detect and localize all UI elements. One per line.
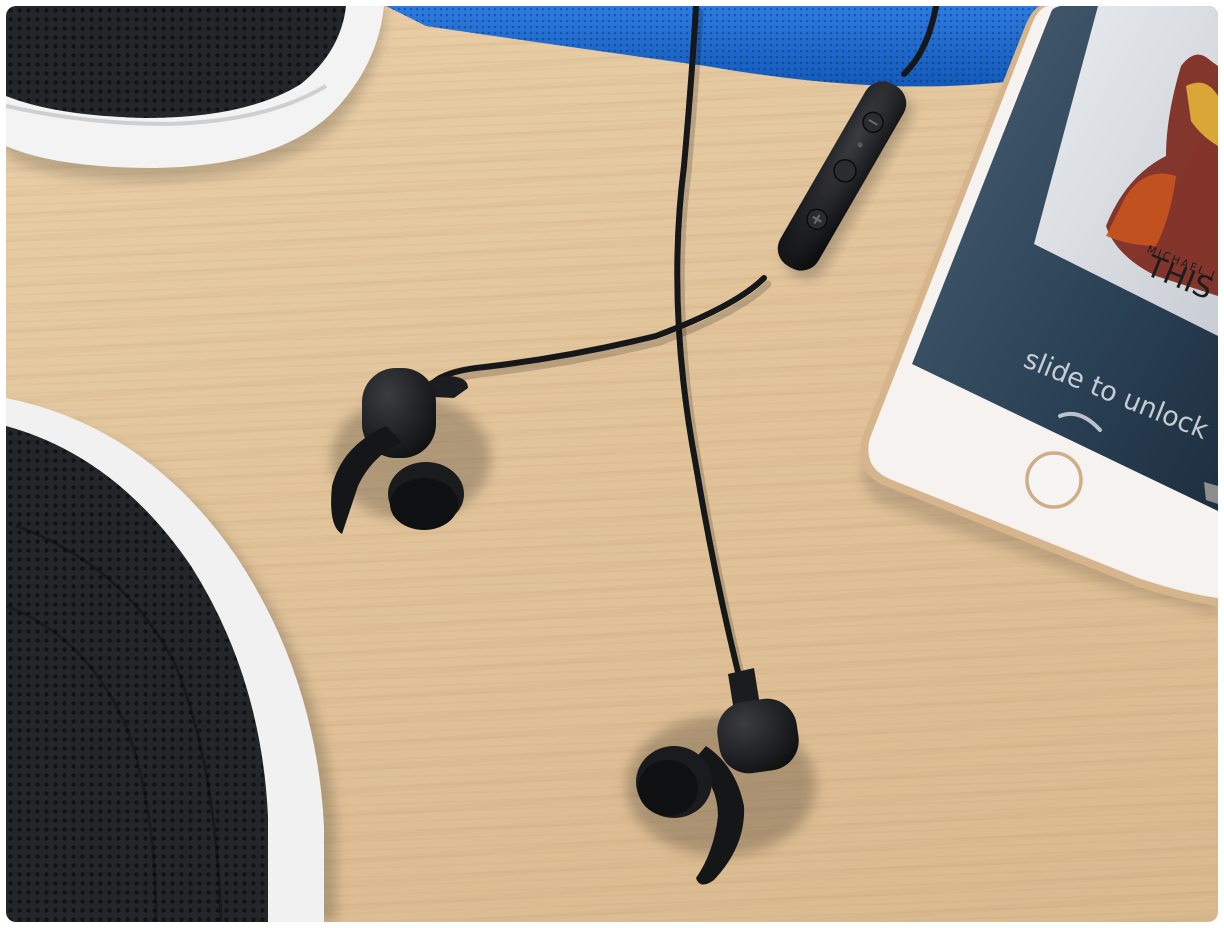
sneaker-top-left: [6, 6, 386, 181]
earbud-right: [626, 668, 816, 885]
product-photo: MICHAEL J THIS I slide to unlock: [6, 6, 1218, 922]
blue-towel: [386, 6, 1066, 87]
photo-illustration: MICHAEL J THIS I slide to unlock: [6, 6, 1218, 922]
home-button[interactable]: [1025, 451, 1083, 509]
smartphone: MICHAEL J THIS I slide to unlock: [860, 6, 1218, 616]
sneaker-bottom-left: [6, 398, 336, 922]
earbud-left: [331, 368, 491, 534]
inline-remote: [777, 81, 913, 279]
